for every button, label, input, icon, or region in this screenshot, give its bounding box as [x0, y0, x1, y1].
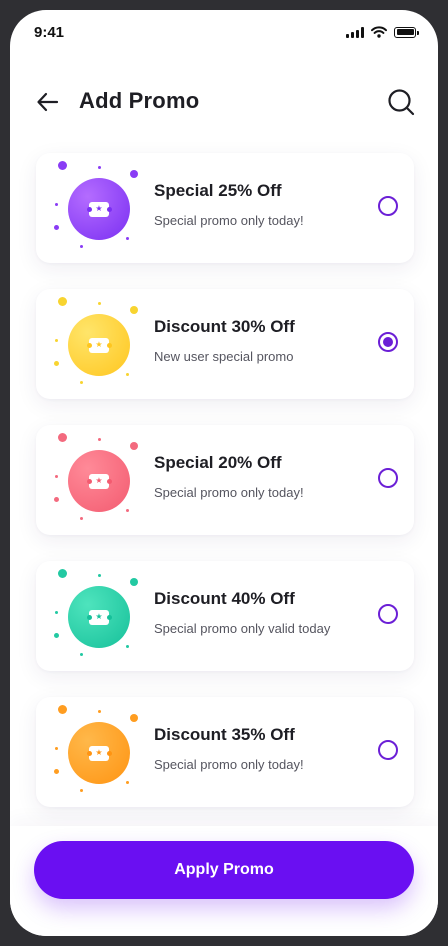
signal-icon [346, 26, 364, 38]
decorative-dot [98, 166, 101, 169]
promo-title: Special 25% Off [154, 181, 282, 200]
decorative-dot [130, 578, 138, 586]
decorative-dot [126, 373, 129, 376]
decorative-dot [130, 170, 138, 178]
decorative-dot [130, 306, 138, 314]
promo-icon-badge: ★ [52, 705, 140, 799]
decorative-dot [55, 475, 58, 478]
decorative-dot [98, 574, 101, 577]
battery-icon [394, 26, 419, 38]
promo-title: Discount 30% Off [154, 317, 295, 336]
promo-radio-selected[interactable] [378, 332, 398, 352]
radio-dot [383, 337, 393, 347]
promo-card[interactable]: ★.card:nth-child(5) .ticket::before, .ca… [36, 697, 414, 807]
decorative-dot [130, 442, 138, 450]
promo-subtitle: New user special promo [154, 349, 294, 364]
promo-icon-circle: ★ [68, 450, 130, 512]
apply-promo-button[interactable]: Apply Promo [34, 841, 414, 899]
promo-title: Discount 40% Off [154, 589, 295, 608]
status-icons [346, 26, 419, 38]
arrow-left-icon [37, 92, 59, 112]
decorative-dot [126, 645, 129, 648]
promo-radio[interactable] [378, 468, 398, 488]
decorative-dot [55, 747, 58, 750]
promo-card[interactable]: ★.card:nth-child(3) .ticket::before, .ca… [36, 425, 414, 535]
decorative-dot [54, 497, 59, 502]
ticket-icon: ★ [86, 609, 112, 625]
decorative-dot [130, 714, 138, 722]
decorative-dot [54, 361, 59, 366]
promo-card[interactable]: ★.card:nth-child(4) .ticket::before, .ca… [36, 561, 414, 671]
decorative-dot [55, 611, 58, 614]
promo-card[interactable]: ★.card:nth-child(2) .ticket::before, .ca… [36, 289, 414, 399]
promo-subtitle: Special promo only today! [154, 213, 304, 228]
promo-title: Special 20% Off [154, 453, 282, 472]
decorative-dot [80, 381, 83, 384]
decorative-dot [58, 161, 67, 170]
decorative-dot [98, 710, 101, 713]
decorative-dot [80, 517, 83, 520]
promo-radio[interactable] [378, 196, 398, 216]
decorative-dot [98, 438, 101, 441]
ticket-icon: ★ [86, 745, 112, 761]
search-icon [388, 89, 415, 116]
header: Add Promo [10, 80, 438, 124]
back-button[interactable] [34, 88, 62, 116]
promo-radio[interactable] [378, 604, 398, 624]
promo-icon-circle: ★ [68, 314, 130, 376]
promo-subtitle: Special promo only valid today [154, 621, 331, 636]
status-time: 9:41 [34, 24, 65, 41]
wifi-icon [371, 26, 387, 38]
decorative-dot [80, 245, 83, 248]
decorative-dot [98, 302, 101, 305]
decorative-dot [54, 769, 59, 774]
promo-icon-badge: ★ [52, 433, 140, 527]
promo-subtitle: Special promo only today! [154, 757, 304, 772]
ticket-icon: ★ [86, 473, 112, 489]
decorative-dot [58, 433, 67, 442]
decorative-dot [126, 781, 129, 784]
search-button[interactable] [386, 87, 416, 117]
decorative-dot [55, 339, 58, 342]
decorative-dot [80, 653, 83, 656]
decorative-dot [55, 203, 58, 206]
ticket-icon: ★ [86, 337, 112, 353]
promo-icon-circle: ★ [68, 178, 130, 240]
decorative-dot [58, 297, 67, 306]
status-bar: 9:41 [10, 10, 438, 54]
promo-subtitle: Special promo only today! [154, 485, 304, 500]
decorative-dot [58, 569, 67, 578]
promo-icon-badge: ★ [52, 161, 140, 255]
page-title: Add Promo [79, 88, 200, 113]
promo-icon-badge: ★ [52, 297, 140, 391]
decorative-dot [58, 705, 67, 714]
decorative-dot [80, 789, 83, 792]
decorative-dot [126, 509, 129, 512]
promo-icon-badge: ★ [52, 569, 140, 663]
promo-icon-circle: ★ [68, 722, 130, 784]
decorative-dot [54, 225, 59, 230]
ticket-icon: ★ [86, 201, 112, 217]
promo-radio[interactable] [378, 740, 398, 760]
promo-card[interactable]: ★.card:nth-child(1) .ticket::before, .ca… [36, 153, 414, 263]
decorative-dot [126, 237, 129, 240]
decorative-dot [54, 633, 59, 638]
promo-title: Discount 35% Off [154, 725, 295, 744]
promo-icon-circle: ★ [68, 586, 130, 648]
phone-screen: 9:41 Add Promo ★ Special 25% Off Special… [10, 10, 438, 936]
